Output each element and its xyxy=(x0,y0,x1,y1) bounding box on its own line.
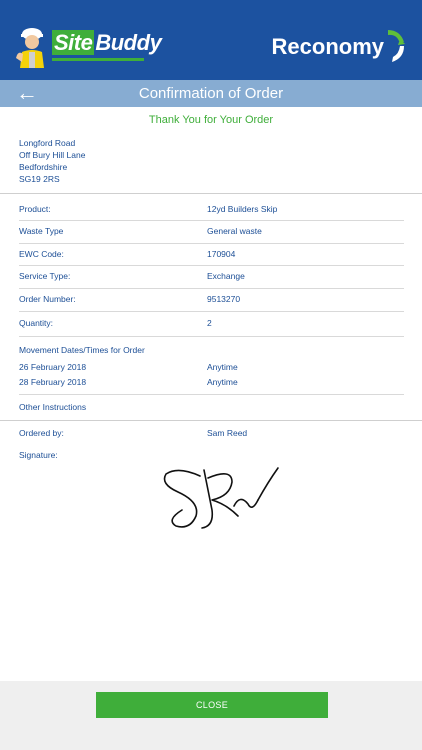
title-bar: ← Confirmation of Order xyxy=(0,80,422,107)
movement-heading: Movement Dates/Times for Order xyxy=(19,345,145,355)
page-title: Confirmation of Order xyxy=(138,85,284,102)
delivery-address: Longford Road Off Bury Hill Lane Bedford… xyxy=(19,137,85,185)
detail-row-service-type: Service Type: Exchange xyxy=(19,266,404,288)
ordered-by-label: Ordered by: xyxy=(19,428,64,438)
detail-row-quantity: Quantity: 2 xyxy=(19,313,404,335)
detail-row-order-number: Order Number: 9513270 xyxy=(19,289,404,311)
reconomy-logo: Reconomy xyxy=(272,28,406,68)
worker-mascot-icon xyxy=(16,28,44,68)
other-instructions-label: Other Instructions xyxy=(19,402,87,412)
detail-label: EWC Code: xyxy=(19,249,64,259)
detail-row-waste-type: Waste Type General waste xyxy=(19,221,404,243)
detail-value: 12yd Builders Skip xyxy=(207,204,278,214)
row-divider xyxy=(19,311,404,312)
detail-label: Waste Type xyxy=(19,226,64,236)
section-divider xyxy=(0,193,422,194)
movement-date: 28 February 2018 xyxy=(19,377,87,387)
detail-row-product: Product: 12yd Builders Skip xyxy=(19,199,404,221)
signature-label: Signature: xyxy=(19,450,58,460)
ordered-by-value: Sam Reed xyxy=(207,428,248,438)
detail-value: 170904 xyxy=(207,249,236,259)
movement-time: Anytime xyxy=(207,362,238,372)
row-divider xyxy=(19,336,404,337)
address-line: Longford Road xyxy=(19,138,76,148)
detail-label: Order Number: xyxy=(19,294,76,304)
detail-label: Service Type: xyxy=(19,271,71,281)
reconomy-wordmark: Reconomy xyxy=(271,34,384,59)
address-line: Off Bury Hill Lane xyxy=(19,150,86,160)
detail-value: General waste xyxy=(207,226,262,236)
detail-value: Exchange xyxy=(207,271,245,281)
handwritten-signature xyxy=(163,467,279,529)
section-divider xyxy=(0,420,422,421)
logo-underline xyxy=(52,58,144,61)
recycle-arrows-icon xyxy=(388,30,405,62)
sitebuddy-logo: Site Buddy xyxy=(14,24,162,68)
detail-value: 9513270 xyxy=(207,294,241,304)
movement-date: 26 February 2018 xyxy=(19,362,87,372)
detail-row-ewc-code: EWC Code: 170904 xyxy=(19,244,404,266)
close-button[interactable]: CLOSE xyxy=(96,692,328,718)
footer-bar: CLOSE xyxy=(0,681,422,750)
detail-label: Product: xyxy=(19,204,51,214)
address-line: Bedfordshire xyxy=(19,162,68,172)
detail-value: 2 xyxy=(207,318,212,328)
app-header: Site Buddy Reconomy xyxy=(0,0,422,80)
sitebuddy-wordmark: Site Buddy xyxy=(52,30,162,55)
movement-time: Anytime xyxy=(207,377,238,387)
thank-you-message: Thank You for Your Order xyxy=(148,114,274,126)
row-divider xyxy=(19,394,404,395)
address-line: SG19 2RS xyxy=(19,174,60,184)
detail-label: Quantity: xyxy=(19,318,54,328)
